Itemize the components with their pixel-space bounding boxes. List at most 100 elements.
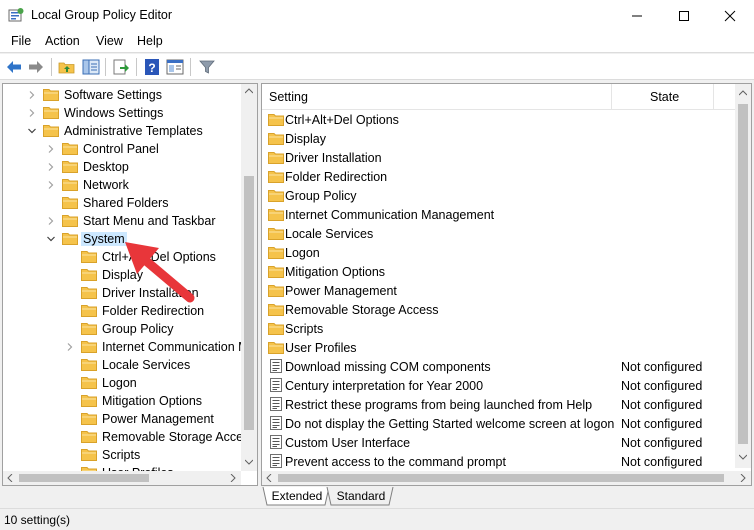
column-divider[interactable]	[611, 84, 612, 110]
export-list-icon[interactable]	[112, 58, 130, 76]
list-folder-row[interactable]: Scripts	[262, 319, 736, 338]
tree-item[interactable]: Display	[3, 266, 243, 284]
menu-action[interactable]: Action	[45, 34, 80, 48]
chevron-right-icon[interactable]	[27, 90, 37, 100]
folder-icon	[268, 171, 284, 183]
list-folder-row[interactable]: Folder Redirection	[262, 167, 736, 186]
list-horizontal-scroll-thumb[interactable]	[278, 474, 724, 482]
filter-icon[interactable]	[198, 58, 216, 76]
back-icon[interactable]	[5, 58, 23, 76]
maximize-button[interactable]	[661, 0, 707, 31]
list-folder-row[interactable]: Power Management	[262, 281, 736, 300]
list-row-state: Not configured	[621, 360, 703, 374]
list-setting-row[interactable]: Century interpretation for Year 2000 Not …	[262, 376, 736, 395]
chevron-right-icon[interactable]	[65, 342, 75, 352]
tree-item[interactable]: Software Settings	[3, 86, 243, 104]
chevron-right-icon[interactable]	[46, 216, 56, 226]
tree-item[interactable]: Group Policy	[3, 320, 243, 338]
list-folder-row[interactable]: Ctrl+Alt+Del Options	[262, 110, 736, 129]
chevron-down-icon[interactable]	[46, 234, 56, 244]
tree-item[interactable]: Folder Redirection	[3, 302, 243, 320]
tree-vertical-scroll-thumb[interactable]	[244, 176, 254, 430]
list-setting-row[interactable]: Do not display the Getting Started welco…	[262, 414, 736, 433]
list-setting-row[interactable]: Custom User Interface Not configured	[262, 433, 736, 452]
scroll-up-icon[interactable]	[245, 88, 253, 94]
scroll-left-icon[interactable]	[266, 474, 272, 482]
tab-standard[interactable]: Standard	[331, 487, 391, 506]
column-header-state[interactable]: State	[650, 90, 679, 104]
list-setting-row[interactable]: Download missing COM components Not confi…	[262, 357, 736, 376]
tree-item[interactable]: Desktop	[3, 158, 243, 176]
tree-item[interactable]: Shared Folders	[3, 194, 243, 212]
folder-icon	[268, 266, 284, 278]
list-row-state: Not configured	[621, 398, 703, 412]
menu-view[interactable]: View	[96, 34, 123, 48]
tree-item[interactable]: Power Management	[3, 410, 243, 428]
tree-item[interactable]: Locale Services	[3, 356, 243, 374]
tree-item[interactable]: Network	[3, 176, 243, 194]
list-row-label: Group Policy	[285, 189, 357, 203]
list-folder-row[interactable]: Group Policy	[262, 186, 736, 205]
chevron-right-icon[interactable]	[46, 144, 56, 154]
tree-item[interactable]: Windows Settings	[3, 104, 243, 122]
list-folder-row[interactable]: Mitigation Options	[262, 262, 736, 281]
tree-item[interactable]: Administrative Templates	[3, 122, 243, 140]
chevron-right-icon[interactable]	[46, 180, 56, 190]
folder-icon	[268, 304, 284, 316]
list-folder-row[interactable]: Internet Communication Management	[262, 205, 736, 224]
tab-extended[interactable]: Extended	[267, 487, 327, 506]
tree-item-label: Windows Settings	[64, 106, 164, 120]
tree-item[interactable]: Control Panel	[3, 140, 243, 158]
tree-item[interactable]: Driver Installation	[3, 284, 243, 302]
tree-horizontal-scroll-thumb[interactable]	[19, 474, 149, 482]
close-button[interactable]	[707, 0, 753, 31]
scroll-right-icon[interactable]	[740, 474, 746, 482]
tree-item-label: Network	[83, 178, 129, 192]
menu-file[interactable]: File	[11, 34, 31, 48]
column-header-setting[interactable]: Setting	[269, 90, 308, 104]
scroll-up-icon[interactable]	[739, 90, 747, 96]
scroll-down-icon[interactable]	[245, 459, 253, 465]
list-folder-row[interactable]: Logon	[262, 243, 736, 262]
list-folder-row[interactable]: User Profiles	[262, 338, 736, 357]
list-folder-row[interactable]: Driver Installation	[262, 148, 736, 167]
list-setting-row[interactable]: Restrict these programs from being launc…	[262, 395, 736, 414]
settings-list-pane[interactable]: Setting State Ctrl+Alt+Del Options Displa…	[261, 83, 752, 486]
scroll-right-icon[interactable]	[230, 474, 236, 482]
column-divider[interactable]	[713, 84, 714, 110]
list-folder-row[interactable]: Removable Storage Access	[262, 300, 736, 319]
tree-item[interactable]: Internet Communication Management	[3, 338, 257, 356]
list-setting-row[interactable]: Prevent access to the command prompt Not …	[262, 452, 736, 471]
tree-vertical-scrollbar[interactable]	[241, 84, 257, 471]
help-icon[interactable]: ?	[143, 58, 161, 76]
toolbar-separator	[190, 58, 191, 76]
tree-item[interactable]: Removable Storage Access	[3, 428, 256, 446]
tree-horizontal-scrollbar[interactable]	[3, 471, 241, 485]
tree-item[interactable]: Scripts	[3, 446, 243, 464]
minimize-button[interactable]	[614, 0, 660, 31]
tree-item[interactable]: Start Menu and Taskbar	[3, 212, 243, 230]
scroll-down-icon[interactable]	[739, 454, 747, 460]
menu-help[interactable]: Help	[137, 34, 163, 48]
list-vertical-scrollbar[interactable]	[735, 84, 751, 468]
up-folder-icon[interactable]	[58, 58, 76, 76]
list-folder-row[interactable]: Display	[262, 129, 736, 148]
scroll-left-icon[interactable]	[7, 474, 13, 482]
chevron-right-icon[interactable]	[27, 108, 37, 118]
tree-item-label: Display	[102, 268, 143, 282]
tree-item[interactable]: Ctrl+Alt+Del Options	[3, 248, 243, 266]
tree-item[interactable]: Mitigation Options	[3, 392, 243, 410]
folder-icon	[268, 342, 284, 354]
list-vertical-scroll-thumb[interactable]	[738, 104, 748, 444]
show-hide-tree-icon[interactable]	[82, 58, 100, 76]
tree-item[interactable]: System	[3, 230, 243, 248]
tree-pane[interactable]: Software Settings Windows Settings Adminis…	[2, 83, 258, 486]
folder-icon	[268, 323, 284, 335]
chevron-right-icon[interactable]	[46, 162, 56, 172]
forward-icon[interactable]	[27, 58, 45, 76]
list-folder-row[interactable]: Locale Services	[262, 224, 736, 243]
properties-icon[interactable]	[166, 58, 184, 76]
chevron-down-icon[interactable]	[27, 126, 37, 136]
tree-item[interactable]: Logon	[3, 374, 243, 392]
list-horizontal-scrollbar[interactable]	[262, 471, 751, 485]
